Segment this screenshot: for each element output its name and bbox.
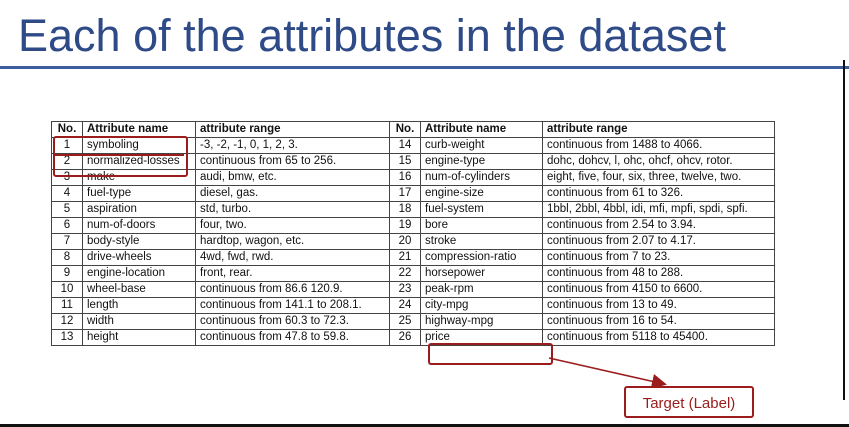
arrow-icon — [548, 357, 667, 389]
target-label-callout: Target (Label) — [624, 386, 754, 418]
